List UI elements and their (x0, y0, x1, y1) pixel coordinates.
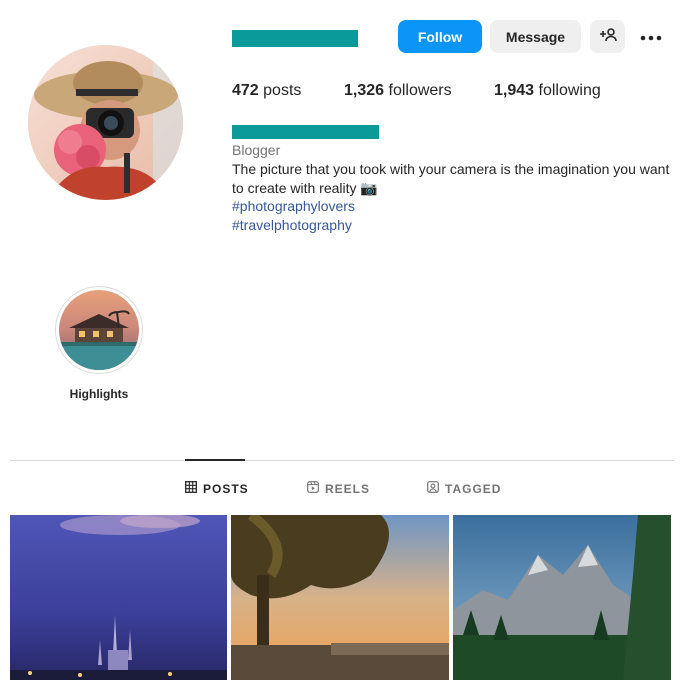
tab-label: REELS (325, 481, 371, 496)
hashtag-link[interactable]: #photographylovers (232, 198, 355, 214)
post-thumbnail[interactable] (453, 515, 671, 680)
following-label: following (538, 82, 601, 99)
suggest-user-button[interactable] (590, 20, 625, 53)
more-dots-icon (640, 28, 662, 46)
followers-count: 1,326 (344, 82, 385, 99)
followers-stat[interactable]: 1,326 followers (344, 82, 452, 100)
posts-stat: 472 posts (232, 82, 301, 100)
post-thumbnail[interactable] (10, 515, 227, 680)
full-name-redacted (232, 125, 379, 139)
add-user-icon (599, 27, 617, 46)
tab-label: TAGGED (445, 481, 502, 496)
more-options-button[interactable] (634, 20, 668, 53)
followers-label: followers (388, 82, 452, 99)
message-button[interactable]: Message (490, 20, 581, 53)
tabs-divider (10, 460, 674, 461)
highlight-label: Highlights (69, 387, 129, 401)
story-highlight[interactable] (55, 286, 143, 374)
follow-button[interactable]: Follow (398, 20, 482, 53)
posts-label: posts (263, 82, 302, 99)
following-count: 1,943 (494, 82, 535, 99)
tab-posts[interactable]: POSTS (185, 481, 249, 496)
profile-avatar[interactable] (28, 45, 183, 200)
profile-bio: The picture that you took with your came… (232, 161, 670, 196)
grid-icon (185, 481, 197, 496)
post-thumbnail[interactable] (231, 515, 449, 680)
active-tab-indicator (185, 459, 245, 461)
hashtag-link[interactable]: #travelphotography (232, 217, 352, 233)
following-stat[interactable]: 1,943 following (494, 82, 601, 100)
username-redacted (232, 30, 358, 47)
tab-tagged[interactable]: TAGGED (427, 481, 501, 496)
highlight-cover-image (59, 290, 139, 370)
tagged-icon (427, 481, 439, 496)
profile-category: Blogger (232, 142, 281, 158)
tab-reels[interactable]: REELS (307, 481, 370, 496)
posts-count: 472 (232, 82, 259, 99)
tab-label: POSTS (203, 481, 249, 496)
reels-icon (307, 481, 319, 496)
